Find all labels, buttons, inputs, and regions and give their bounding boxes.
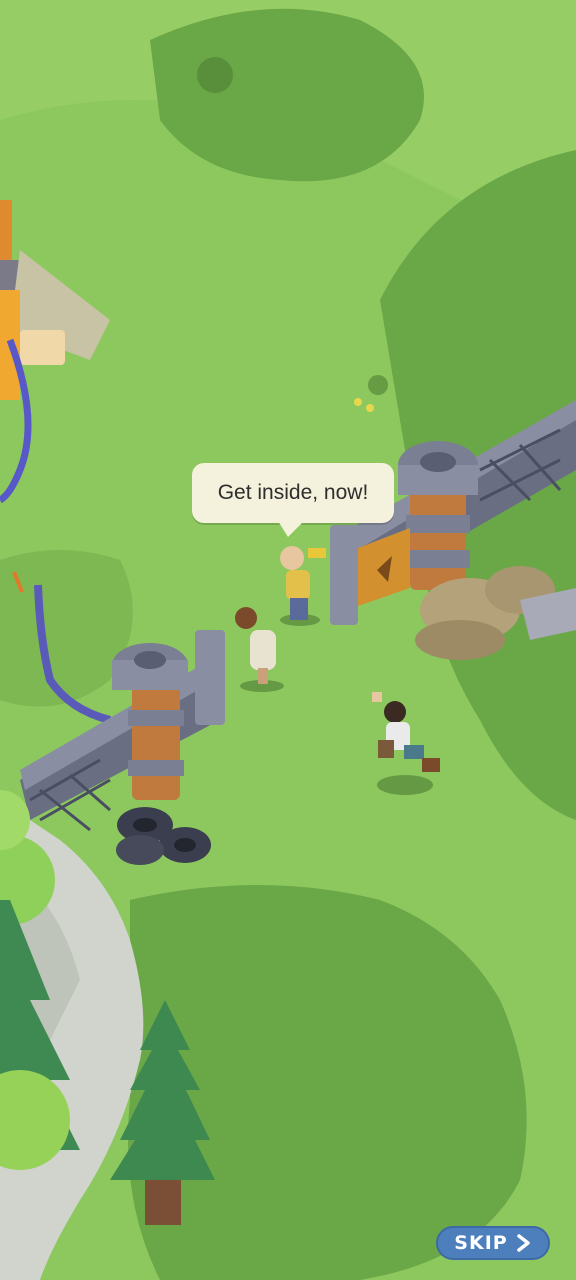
game-scene (0, 0, 576, 1280)
speech-text: Get inside, now! (217, 481, 369, 504)
speech-bubble: Get inside, now! (192, 463, 394, 537)
skip-label: SKIP (454, 1232, 508, 1254)
skip-button[interactable]: SKIP (436, 1226, 550, 1260)
chevron-right-icon (516, 1234, 530, 1252)
